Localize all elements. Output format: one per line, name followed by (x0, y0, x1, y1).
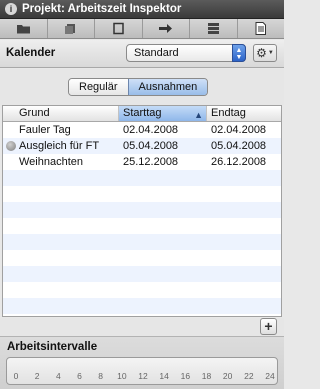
empty-row (3, 170, 281, 186)
ruler-tick-label: 0 (13, 371, 19, 381)
calendar-select-value: Standard (134, 47, 179, 59)
toolbar-folder-button[interactable] (0, 19, 48, 38)
inspector-toolbar (0, 19, 284, 39)
toolbar-arrow-button[interactable] (143, 19, 190, 38)
ruler-tick-label: 16 (180, 371, 191, 381)
toolbar-square-button[interactable] (95, 19, 143, 38)
toolbar-list-button[interactable] (190, 19, 238, 38)
empty-row (3, 298, 281, 314)
status-dot-icon (6, 141, 16, 151)
cell-grund: Weihnachten (19, 156, 84, 168)
tab-ausnahmen[interactable]: Ausnahmen (127, 79, 208, 95)
info-icon: i (5, 3, 17, 15)
exceptions-table: Grund Starttag ▲ Endtag Fauler Tag 02.04… (2, 105, 282, 317)
gear-icon: ⚙ (256, 46, 267, 60)
calendar-label: Kalender (6, 47, 56, 59)
cell-endtag: 26.12.2008 (211, 156, 267, 168)
table-row[interactable]: Fauler Tag 02.04.2008 02.04.2008 (3, 122, 281, 138)
work-intervals-panel: Arbeitsintervalle 0 2 4 6 8 10 12 14 16 18 20 22 24 (0, 336, 284, 389)
document-icon (255, 22, 267, 35)
table-row[interactable]: Weihnachten 25.12.2008 26.12.2008 (3, 154, 281, 170)
empty-row (3, 282, 281, 298)
empty-row (3, 218, 281, 234)
cell-starttag: 05.04.2008 (123, 140, 179, 152)
sort-ascending-icon: ▲ (194, 110, 203, 120)
column-header-endtag[interactable]: Endtag (207, 106, 281, 121)
toolbar-stack-button[interactable] (48, 19, 95, 38)
cell-endtag: 05.04.2008 (211, 140, 267, 152)
ruler-tick-label: 22 (244, 371, 254, 381)
window-titlebar[interactable]: i Projekt: Arbeitszeit Inspektor (0, 0, 284, 19)
table-actions-bar: + (0, 318, 284, 336)
ruler-tick-label: 20 (222, 371, 233, 381)
tab-area: Regulär Ausnahmen (0, 69, 284, 105)
column-header-starttag-label: Starttag (123, 107, 162, 119)
ruler-tick-label: 2 (34, 371, 40, 381)
ruler-tick-label: 10 (117, 371, 127, 381)
cell-endtag: 02.04.2008 (211, 124, 267, 136)
table-body: Fauler Tag 02.04.2008 02.04.2008 Ausglei… (3, 122, 281, 314)
cell-grund: Ausgleich für FT (19, 140, 100, 152)
ruler-tick-label: 6 (77, 371, 82, 381)
toolbar-document-button[interactable] (238, 19, 285, 38)
cell-starttag: 25.12.2008 (123, 156, 179, 168)
cell-starttag: 02.04.2008 (123, 124, 179, 136)
ruler-tick-label: 14 (159, 371, 169, 381)
cell-grund: Fauler Tag (19, 124, 71, 136)
ruler-tick-label: 12 (138, 371, 148, 381)
calendar-row: Kalender Standard ▲ ▼ ⚙ ▼ (0, 40, 284, 68)
ruler-tick-label: 18 (201, 371, 212, 381)
column-header-grund[interactable]: Grund (3, 106, 119, 121)
empty-row (3, 266, 281, 282)
calendar-actions-button[interactable]: ⚙ ▼ (253, 44, 277, 62)
ruler-tick-label: 8 (98, 371, 104, 381)
ruler-tick-label: 4 (55, 371, 61, 381)
folder-icon (16, 25, 30, 34)
table-header: Grund Starttag ▲ Endtag (3, 106, 281, 122)
square-icon (113, 22, 124, 35)
list-icon (207, 23, 219, 34)
tab-regulaer[interactable]: Regulär (69, 79, 128, 95)
calendar-select[interactable]: Standard ▲ ▼ (126, 44, 246, 62)
time-ruler[interactable]: 0 2 4 6 8 10 12 14 16 18 20 22 24 (6, 357, 278, 385)
stack-icon (65, 24, 76, 34)
empty-row (3, 234, 281, 250)
work-intervals-label: Arbeitsintervalle (7, 341, 98, 353)
arrow-icon (159, 24, 173, 33)
empty-row (3, 186, 281, 202)
window-title: Projekt: Arbeitszeit Inspektor (22, 3, 182, 15)
ruler-tick-label: 24 (265, 371, 275, 381)
add-exception-button[interactable]: + (260, 318, 277, 335)
empty-row (3, 250, 281, 266)
empty-row (3, 202, 281, 218)
chevron-down-icon: ▼ (267, 50, 274, 56)
select-arrows-icon: ▲ ▼ (232, 44, 246, 62)
table-row[interactable]: Ausgleich für FT 05.04.2008 05.04.2008 (3, 138, 281, 154)
tab-segmented-control: Regulär Ausnahmen (68, 78, 209, 96)
column-header-starttag[interactable]: Starttag ▲ (119, 106, 207, 121)
